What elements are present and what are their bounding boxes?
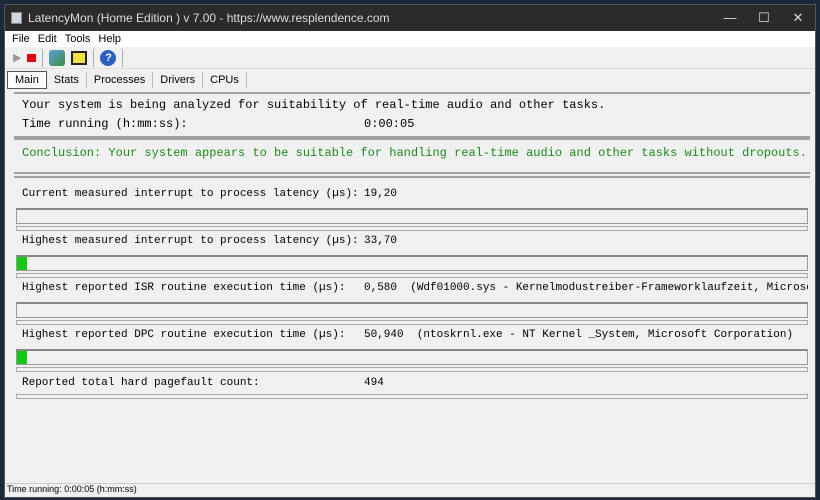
- metric-label: Highest reported DPC routine execution t…: [22, 329, 346, 341]
- play-icon[interactable]: ▶: [13, 51, 21, 64]
- metric-detail: (Wdf01000.sys - Kernelmodustreiber-Frame…: [410, 282, 808, 294]
- metric-detail: (ntoskrnl.exe - NT Kernel _System, Micro…: [416, 329, 794, 341]
- menu-file[interactable]: File: [12, 33, 30, 45]
- window-title: LatencyMon (Home Edition ) v 7.00 - http…: [28, 11, 390, 25]
- highest-latency-bar: [16, 255, 808, 271]
- toolbar: ▶ ?: [5, 47, 815, 69]
- divider: [16, 226, 808, 231]
- divider: [16, 394, 808, 399]
- analyze-icon[interactable]: [49, 49, 66, 66]
- metric-value: 33,70: [364, 235, 398, 247]
- metric-label: Highest reported ISR routine execution t…: [22, 282, 346, 294]
- time-running-value: 0:00:05: [364, 117, 415, 131]
- divider: [16, 367, 808, 372]
- metric-value: 0,580: [364, 282, 398, 294]
- analysis-text: Your system is being analyzed for suitab…: [22, 98, 606, 112]
- tab-cpus[interactable]: CPUs: [203, 72, 247, 88]
- menu-edit[interactable]: Edit: [38, 33, 57, 45]
- menu-tools[interactable]: Tools: [65, 33, 91, 45]
- stop-icon[interactable]: [27, 53, 37, 62]
- bar-fill: [17, 257, 28, 270]
- windows-icon[interactable]: [71, 50, 88, 65]
- metric-value: 19,20: [364, 188, 398, 200]
- tab-bar: Main Stats Processes Drivers CPUs: [5, 69, 815, 91]
- help-icon[interactable]: ?: [100, 49, 117, 66]
- tab-drivers[interactable]: Drivers: [153, 72, 204, 88]
- metric-value: 494: [364, 377, 384, 389]
- bar-fill: [17, 351, 28, 364]
- tab-processes[interactable]: Processes: [87, 72, 154, 88]
- tab-stats[interactable]: Stats: [47, 72, 87, 88]
- metric-value: 50,940: [364, 329, 404, 341]
- minimize-button[interactable]: —: [713, 10, 747, 26]
- time-running-label: Time running (h:mm:ss):: [22, 117, 188, 131]
- conclusion-box: Conclusion: Your system appears to be su…: [14, 138, 810, 174]
- metric-label: Current measured interrupt to process la…: [22, 188, 359, 200]
- analysis-header: Your system is being analyzed for suitab…: [14, 92, 810, 138]
- menu-help[interactable]: Help: [98, 33, 121, 45]
- app-window: LatencyMon (Home Edition ) v 7.00 - http…: [4, 4, 816, 498]
- menu-bar: File Edit Tools Help: [5, 31, 815, 47]
- metric-label: Reported total hard pagefault count:: [22, 377, 260, 389]
- metric-label: Highest measured interrupt to process la…: [22, 235, 359, 247]
- metrics-panel: Current measured interrupt to process la…: [14, 176, 810, 400]
- title-bar: LatencyMon (Home Edition ) v 7.00 - http…: [5, 5, 815, 31]
- divider: [16, 320, 808, 325]
- conclusion-text: Conclusion: Your system appears to be su…: [22, 146, 807, 160]
- close-button[interactable]: ✕: [781, 10, 815, 26]
- app-icon: [11, 12, 22, 24]
- isr-bar: [16, 302, 808, 318]
- current-latency-bar: [16, 208, 808, 224]
- status-bar: Time running: 0:00:05 (h:mm:ss): [5, 483, 815, 497]
- tab-main[interactable]: Main: [7, 71, 47, 89]
- dpc-bar: [16, 349, 808, 365]
- divider: [16, 273, 808, 278]
- maximize-button[interactable]: ☐: [747, 10, 781, 26]
